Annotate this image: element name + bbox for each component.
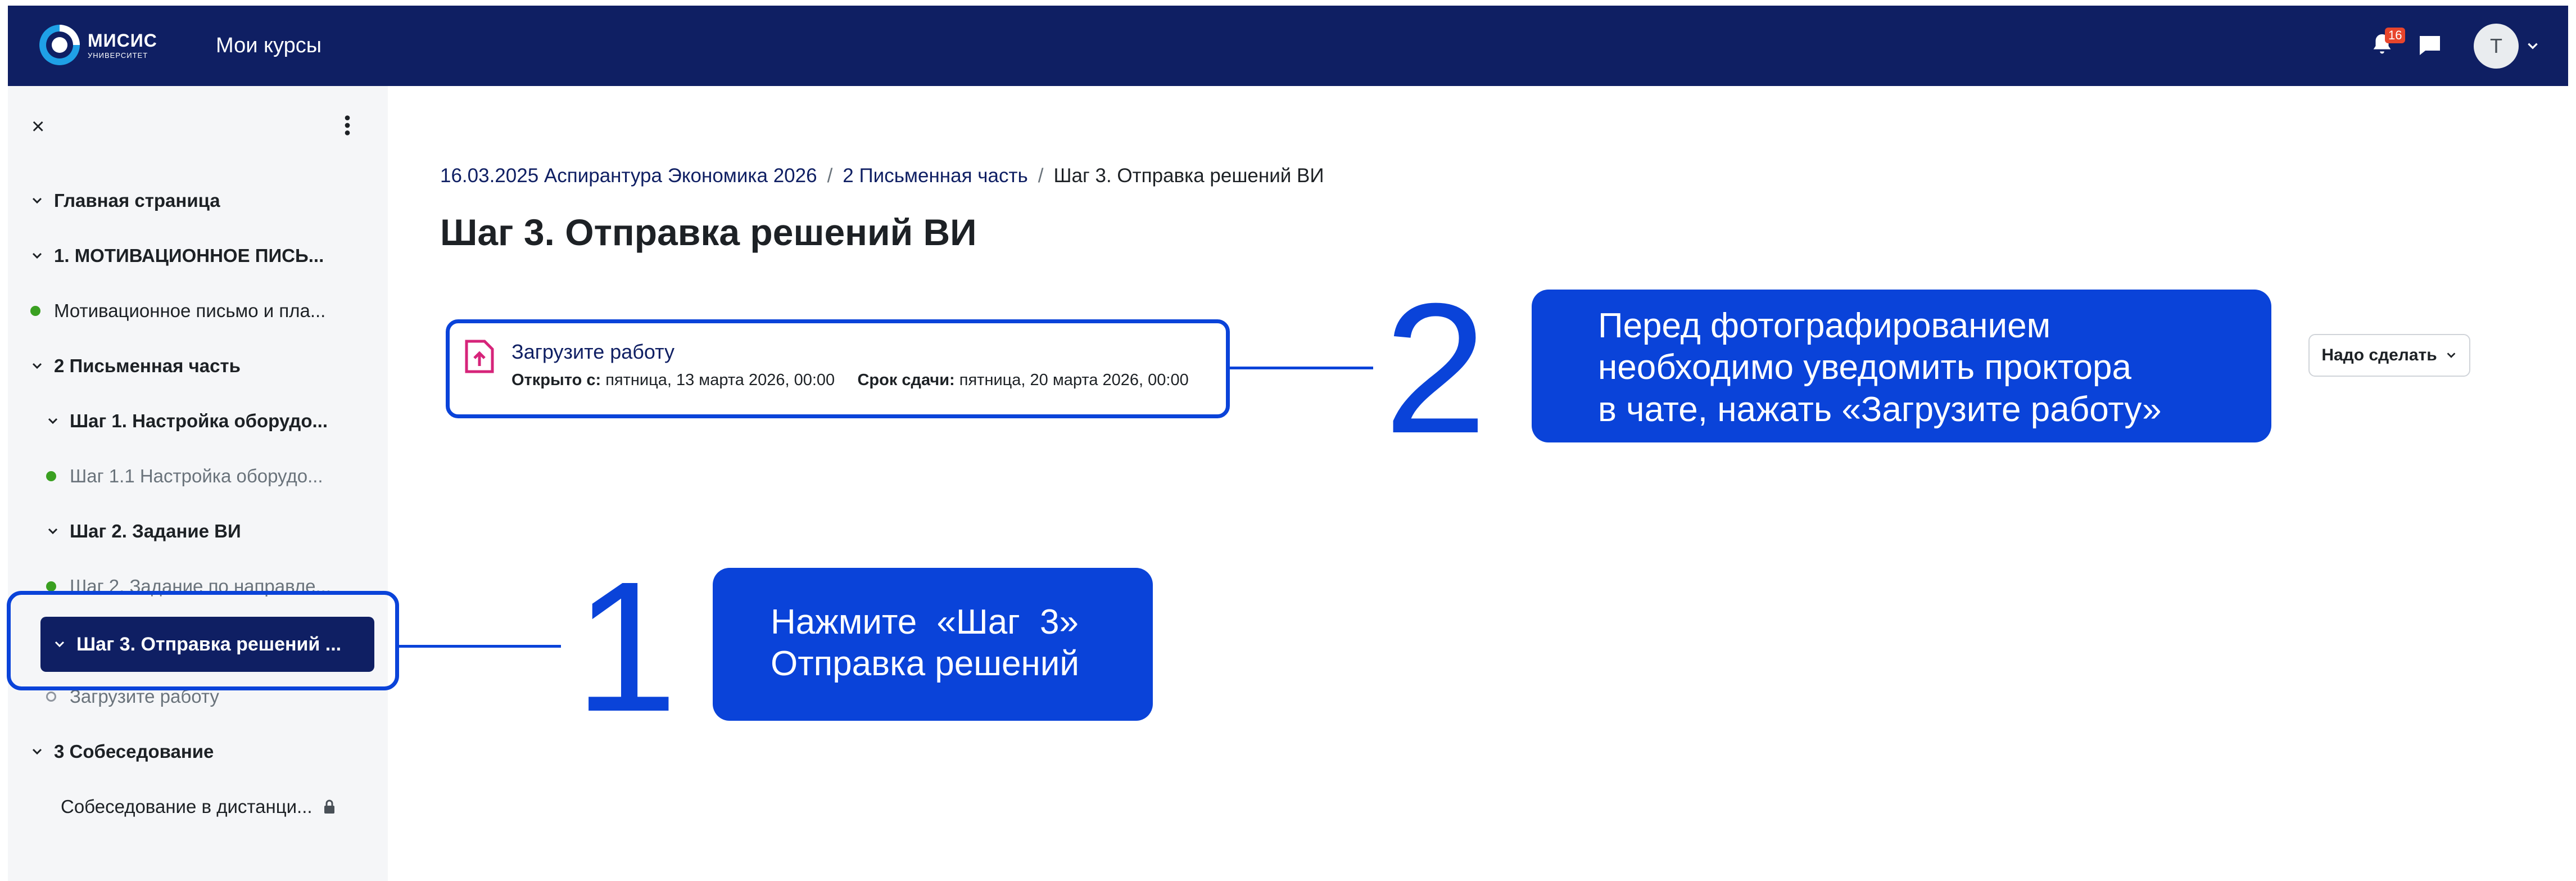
step2-connector-line: [1230, 367, 1373, 369]
incomplete-circle-icon: [46, 692, 56, 702]
activity-step1-1[interactable]: Шаг 1.1 Настройка оборудо...: [46, 466, 323, 487]
completed-dot-icon: [46, 581, 56, 591]
course-index-drawer: × Главная страница 1. МОТИВАЦИОННОЕ ПИСЬ…: [8, 86, 388, 881]
step1-connector-line: [398, 645, 561, 648]
breadcrumb-separator: /: [1038, 165, 1044, 187]
step1-text-line: Отправка решений: [771, 644, 1079, 684]
step2-text-line: Перед фотографированием: [1598, 306, 2051, 345]
notification-count-badge: 16: [2385, 28, 2406, 43]
step2-text-line: в чате, нажать «Загрузите работу»: [1598, 390, 2162, 429]
activity-dates: Открыто с: пятница, 13 марта 2026, 00:00…: [511, 371, 1189, 390]
misis-logo-icon: [39, 25, 80, 65]
breadcrumb: 16.03.2025 Аспирантура Экономика 2026 / 2 …: [440, 165, 1324, 187]
step1-number: 1: [574, 543, 678, 750]
todo-label: Надо сделать: [2321, 346, 2437, 364]
notifications-button[interactable]: 16: [2369, 28, 2406, 60]
section-label: Шаг 2. Задание ВИ: [70, 521, 241, 541]
completed-dot-icon: [46, 471, 56, 481]
activity-label: Мотивационное письмо и пла...: [54, 300, 326, 321]
subsection-step1[interactable]: Шаг 1. Настройка оборудо...: [46, 410, 328, 432]
chevron-down-icon: [2447, 353, 2456, 358]
top-navbar: МИСИС УНИВЕРСИТЕТ Мои курсы 16 Т: [8, 6, 2568, 86]
chevron-down-icon: [48, 528, 58, 535]
activity-motivation-letter[interactable]: Мотивационное письмо и пла...: [30, 300, 325, 322]
misis-logo[interactable]: МИСИС УНИВЕРСИТЕТ: [37, 22, 157, 67]
chat-icon[interactable]: [2416, 33, 2443, 60]
breadcrumb-section-link[interactable]: 2 Письменная часть: [843, 165, 1027, 187]
chevron-down-icon: [32, 252, 42, 259]
breadcrumb-course-link[interactable]: 16.03.2025 Аспирантура Экономика 2026: [440, 165, 817, 187]
activity-title[interactable]: Загрузите работу: [511, 340, 674, 364]
subsection-step2[interactable]: Шаг 2. Задание ВИ: [46, 521, 241, 542]
step2-text-line: необходимо уведомить проктора: [1598, 348, 2131, 387]
completed-dot-icon: [30, 306, 40, 316]
chevron-down-icon: [32, 363, 42, 369]
breadcrumb-current: Шаг 3. Отправка решений ВИ: [1053, 165, 1324, 187]
due-date-value: пятница, 20 марта 2026, 00:00: [959, 371, 1189, 389]
activity-remote-interview[interactable]: Собеседование в дистанци...: [61, 796, 336, 817]
activity-label: Шаг 1.1 Настройка оборудо...: [70, 466, 323, 486]
due-date-label: Срок сдачи:: [857, 371, 955, 389]
open-date-label: Открыто с:: [511, 371, 601, 389]
chevron-down-icon: [32, 197, 42, 204]
upload-work-activity[interactable]: Загрузите работу Открыто с: пятница, 13 …: [446, 319, 1230, 418]
section-label: Шаг 1. Настройка оборудо...: [70, 410, 328, 431]
todo-dropdown-button[interactable]: Надо сделать: [2308, 334, 2470, 377]
step1-highlight-frame: [7, 591, 399, 690]
section-label: 1. МОТИВАЦИОННОЕ ПИСЬ...: [54, 245, 324, 266]
breadcrumb-separator: /: [827, 165, 833, 187]
section-label: Главная страница: [54, 190, 220, 211]
user-avatar[interactable]: Т: [2474, 24, 2519, 69]
page-title: Шаг 3. Отправка решений ВИ: [440, 211, 977, 253]
chevron-down-icon: [48, 418, 58, 424]
section-label: 2 Письменная часть: [54, 355, 241, 376]
section-motivation-letter[interactable]: 1. МОТИВАЦИОННОЕ ПИСЬ...: [30, 245, 324, 266]
section-interview[interactable]: 3 Собеседование: [30, 741, 214, 762]
close-drawer-button[interactable]: ×: [31, 114, 44, 139]
more-options-icon[interactable]: [343, 114, 351, 137]
activity-label: Собеседование в дистанци...: [61, 796, 313, 817]
chevron-down-icon: [32, 748, 42, 755]
step2-callout: Перед фотографированием необходимо уведо…: [1532, 290, 2271, 442]
step2-number: 2: [1384, 264, 1487, 472]
lock-icon: [324, 799, 334, 814]
step1-text-line: Нажмите «Шаг 3»: [771, 603, 1079, 641]
step1-callout: Нажмите «Шаг 3» Отправка решений: [713, 568, 1153, 721]
assignment-upload-icon: [465, 340, 494, 373]
section-main-page[interactable]: Главная страница: [30, 190, 220, 211]
my-courses-link[interactable]: Мои курсы: [216, 34, 322, 58]
open-date-value: пятница, 13 марта 2026, 00:00: [605, 371, 835, 389]
section-written-part[interactable]: 2 Письменная часть: [30, 355, 241, 377]
chevron-down-icon[interactable]: [2525, 39, 2540, 53]
section-label: 3 Собеседование: [54, 741, 214, 762]
logo-subtitle: УНИВЕРСИТЕТ: [88, 51, 148, 60]
logo-name: МИСИС: [88, 30, 157, 51]
